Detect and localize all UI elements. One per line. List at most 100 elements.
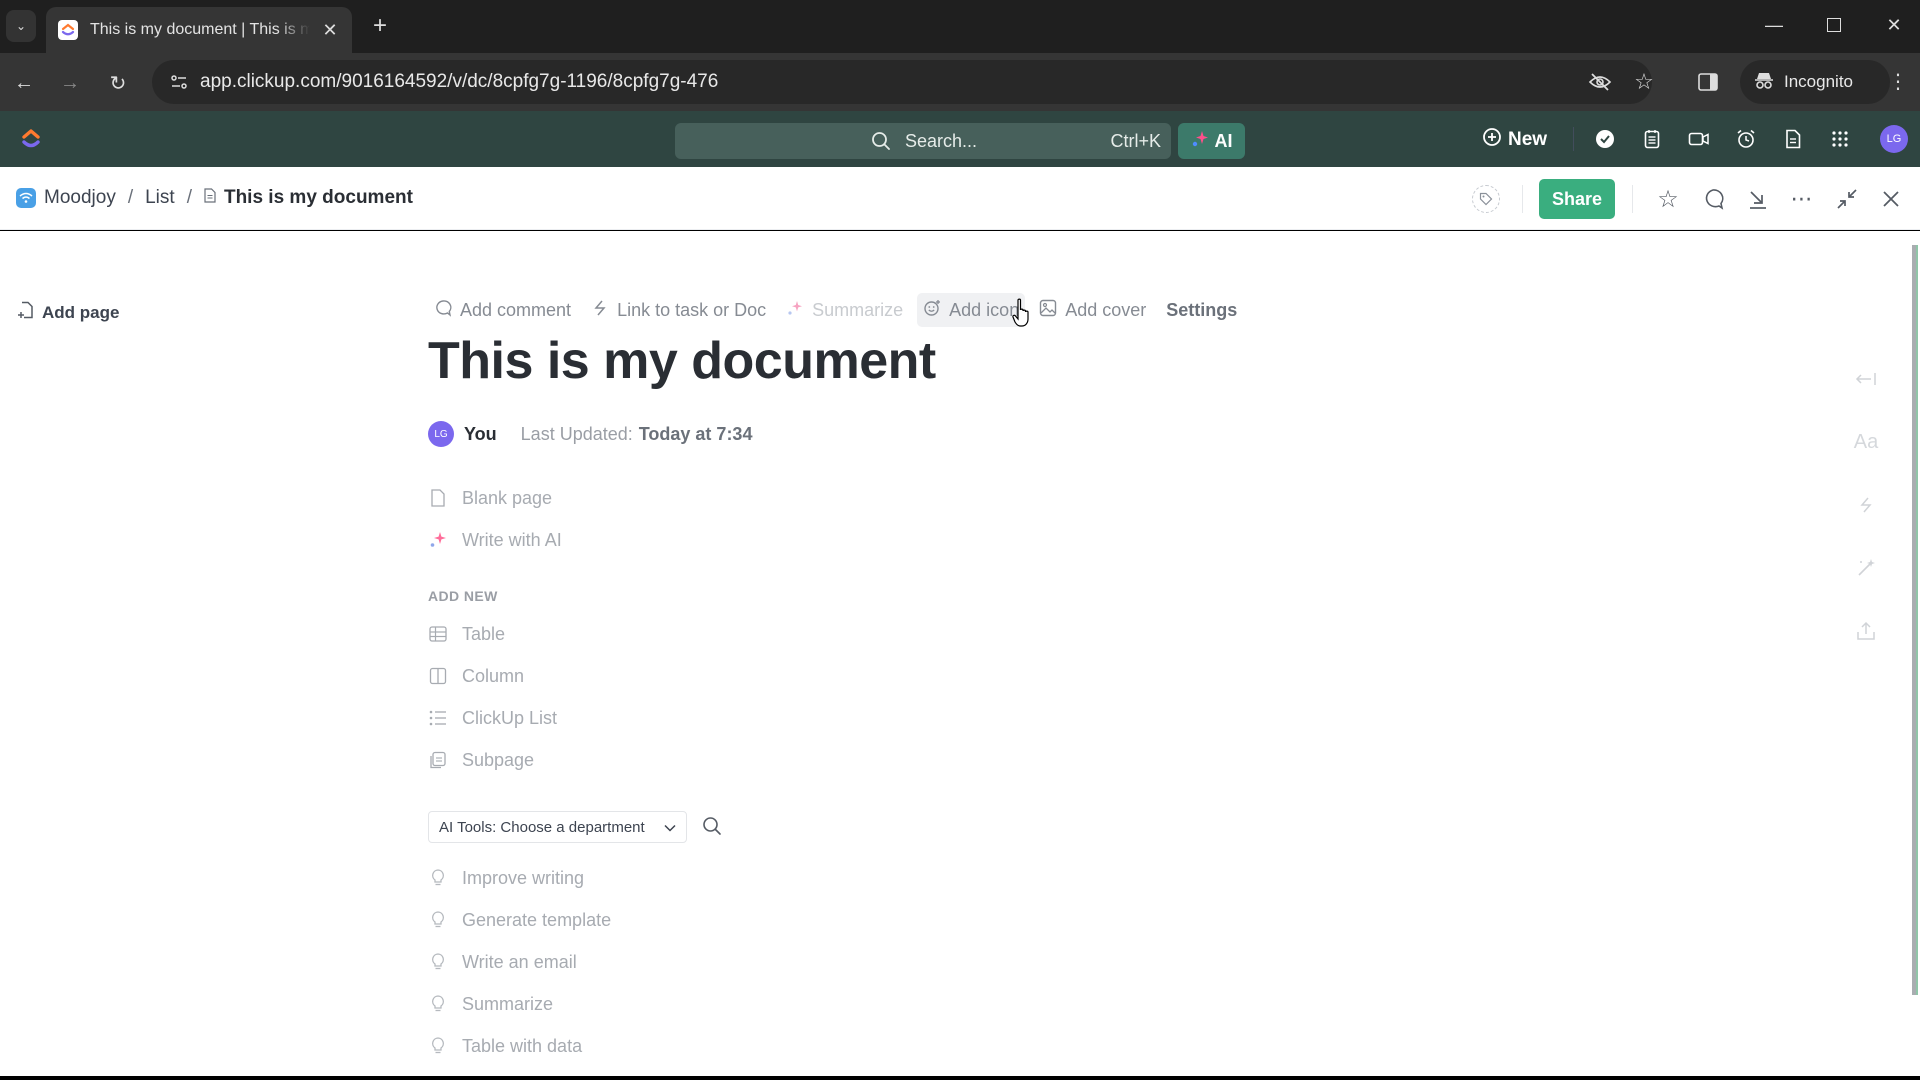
add-new-heading: ADD NEW — [428, 588, 498, 604]
add-clickup-list-option[interactable]: ClickUp List — [428, 703, 557, 733]
incognito-badge[interactable]: Incognito — [1740, 60, 1890, 104]
ai-tool-item[interactable]: Generate template — [428, 905, 611, 935]
settings-button[interactable]: Settings — [1160, 293, 1243, 327]
tab-close-icon[interactable]: ✕ — [320, 20, 340, 41]
check-circle-icon[interactable] — [1591, 125, 1619, 153]
new-button[interactable]: New — [1482, 125, 1547, 155]
breadcrumb-document[interactable]: This is my document — [224, 187, 413, 209]
search-placeholder: Search... — [905, 131, 978, 151]
ai-tool-item[interactable]: Improve writing — [428, 863, 584, 893]
ai-sparkle-icon — [1191, 130, 1209, 153]
column-icon — [428, 666, 448, 686]
reload-icon[interactable]: ↻ — [102, 67, 134, 99]
divider — [1573, 127, 1574, 151]
image-icon — [1039, 299, 1057, 322]
apps-grid-icon[interactable] — [1826, 125, 1854, 153]
user-avatar[interactable]: LG — [1880, 125, 1908, 153]
incognito-label: Incognito — [1784, 72, 1853, 91]
add-subpage-option[interactable]: Subpage — [428, 745, 534, 775]
back-arrow-icon[interactable]: ← — [8, 67, 40, 99]
write-with-ai-option[interactable]: Write with AI — [428, 525, 562, 555]
video-icon[interactable] — [1685, 125, 1713, 153]
magic-wand-icon[interactable] — [1850, 552, 1882, 584]
minimize-icon[interactable]: — — [1754, 10, 1794, 40]
tag-icon[interactable] — [1472, 185, 1500, 213]
close-icon[interactable] — [1877, 185, 1905, 213]
ai-tool-item[interactable]: Table with data — [428, 1031, 582, 1061]
ai-label: AI — [1214, 130, 1233, 151]
link-icon[interactable] — [1850, 489, 1882, 521]
collapse-icon[interactable] — [1833, 185, 1861, 213]
mouse-pointer-icon — [1012, 298, 1034, 328]
chevron-down-icon — [664, 819, 676, 836]
clickup-favicon-icon — [58, 20, 78, 40]
bookmark-star-icon[interactable]: ☆ — [1630, 68, 1658, 96]
author-name: You — [464, 423, 497, 444]
add-page-button[interactable]: Add page — [18, 301, 119, 324]
screen-bottom-edge — [0, 1076, 1920, 1080]
option-label: Subpage — [462, 749, 535, 770]
forward-arrow-icon[interactable]: → — [54, 67, 86, 99]
share-button[interactable]: Share — [1539, 179, 1615, 219]
eye-off-icon[interactable] — [1586, 68, 1614, 96]
space-wifi-icon — [16, 188, 36, 208]
page-width-icon[interactable] — [1850, 363, 1882, 395]
ai-button[interactable]: AI — [1178, 123, 1245, 159]
alarm-clock-icon[interactable] — [1732, 125, 1760, 153]
add-table-option[interactable]: Table — [428, 619, 505, 649]
side-panel-icon[interactable] — [1694, 68, 1722, 96]
window-close-icon[interactable]: ✕ — [1874, 10, 1914, 40]
ai-department-select[interactable]: AI Tools: Choose a department — [428, 811, 687, 843]
add-column-option[interactable]: Column — [428, 661, 524, 691]
browser-menu-icon[interactable]: ⋮ — [1888, 69, 1908, 94]
summarize-label: Summarize — [812, 299, 904, 320]
add-cover-button[interactable]: Add cover — [1033, 293, 1152, 327]
favorite-star-icon[interactable]: ☆ — [1654, 185, 1682, 213]
sparkle-icon — [428, 530, 448, 550]
smiley-plus-icon — [923, 299, 941, 322]
global-search-bar[interactable]: Search... Ctrl+K — [675, 123, 1171, 159]
add-page-label: Add page — [42, 302, 120, 322]
breadcrumb-separator: / — [127, 187, 134, 208]
new-label: New — [1508, 129, 1548, 150]
ai-tools-search-icon[interactable] — [702, 816, 724, 838]
option-label: ClickUp List — [462, 707, 558, 728]
site-info-icon[interactable] — [166, 70, 192, 94]
lightbulb-icon — [428, 910, 448, 930]
breadcrumb-list[interactable]: List — [145, 187, 175, 209]
add-comment-button[interactable]: Add comment — [428, 293, 577, 327]
download-icon[interactable] — [1744, 185, 1772, 213]
subpage-icon — [428, 750, 448, 770]
option-label: Table — [462, 623, 506, 644]
page-title[interactable]: This is my document — [428, 331, 936, 391]
upload-icon[interactable] — [1850, 615, 1882, 647]
ai-tool-item[interactable]: Summarize — [428, 989, 553, 1019]
tab-title: This is my document | This is my documen… — [90, 21, 310, 38]
url-text[interactable]: app.clickup.com/9016164592/v/dc/8cpfg7g-… — [200, 71, 718, 93]
tab-search-button[interactable]: ⌄ — [6, 10, 36, 42]
breadcrumb-space[interactable]: Moodjoy — [44, 187, 116, 209]
ai-select-label: AI Tools: Choose a department — [439, 818, 645, 836]
maximize-icon[interactable] — [1814, 10, 1854, 40]
blank-page-option[interactable]: Blank page — [428, 483, 552, 513]
add-comment-label: Add comment — [460, 299, 572, 320]
comment-icon[interactable] — [1699, 185, 1727, 213]
notepad-icon[interactable] — [1638, 125, 1666, 153]
font-settings-icon[interactable]: Aa — [1850, 426, 1882, 458]
divider — [1632, 185, 1633, 213]
address-bar[interactable]: app.clickup.com/9016164592/v/dc/8cpfg7g-… — [152, 60, 1654, 104]
lightbulb-icon — [428, 1036, 448, 1056]
clickup-logo-icon[interactable] — [20, 127, 42, 151]
scrollbar-thumb[interactable] — [1912, 245, 1918, 995]
summarize-button[interactable]: Summarize — [780, 293, 909, 327]
blank-page-icon — [428, 488, 448, 508]
ai-tool-item[interactable]: Write an email — [428, 947, 577, 977]
new-tab-button[interactable]: + — [366, 12, 394, 40]
link-task-button[interactable]: Link to task or Doc — [585, 293, 772, 327]
browser-tab-active[interactable]: This is my document | This is my documen… — [46, 7, 352, 53]
document-icon[interactable] — [1779, 125, 1807, 153]
link-task-label: Link to task or Doc — [617, 299, 767, 320]
add-icon-button[interactable]: Add icon — [917, 293, 1026, 327]
more-options-icon[interactable]: ⋯ — [1788, 185, 1816, 213]
lightbulb-icon — [428, 994, 448, 1014]
